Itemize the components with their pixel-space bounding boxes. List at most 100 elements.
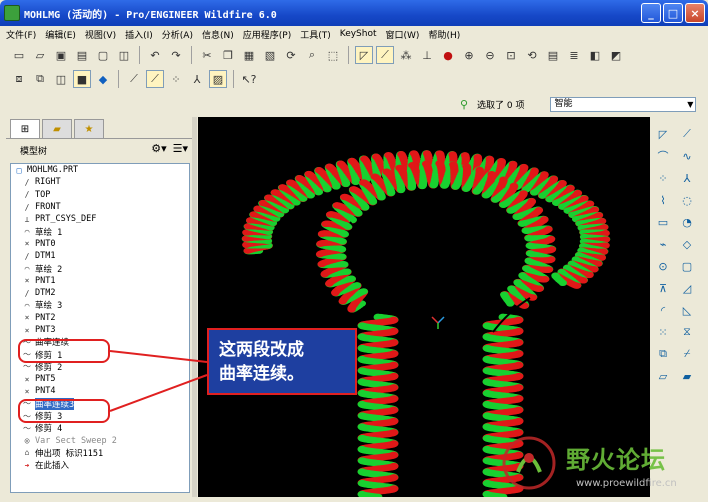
shell-tool-icon[interactable]: ▢ [678,257,696,275]
pattern-tool-icon[interactable]: ⁙ [654,323,672,341]
datum-planes-icon[interactable]: ◸ [355,46,373,64]
chamfer-tool-icon[interactable]: ◺ [678,301,696,319]
select-box-icon[interactable]: ⬚ [324,46,342,64]
tree-item[interactable]: ⌒ 草绘 2 [11,262,189,275]
draft-tool-icon[interactable]: ◿ [678,279,696,297]
email-link-icon[interactable]: ◫ [115,46,133,64]
tree-item[interactable]: × PNT0 [11,238,189,250]
tree-item[interactable]: ⌒ 草绘 3 [11,299,189,312]
tree-settings-icon[interactable]: ⚙▾ [151,142,166,155]
no-hidden-icon[interactable]: ◫ [52,70,70,88]
csys-tool-icon[interactable]: ⅄ [678,169,696,187]
cut-icon[interactable]: ✂ [198,46,216,64]
axis-display-icon[interactable]: ⟋ [146,70,164,88]
copy-icon[interactable]: ❐ [219,46,237,64]
tree-item[interactable]: × PNT5 [11,373,189,385]
plane-display-icon[interactable]: ⟋ [125,70,143,88]
sweep-tool-icon[interactable]: ⌁ [654,235,672,253]
email-icon[interactable]: ▢ [94,46,112,64]
csys-display-icon[interactable]: ⅄ [188,70,206,88]
redo-icon[interactable]: ↷ [167,46,185,64]
minimize-button[interactable]: _ [641,3,661,23]
extrude-tool-icon[interactable]: ▭ [654,213,672,231]
style-tool-icon[interactable]: ◌ [678,191,696,209]
zoom-out-icon[interactable]: ⊖ [481,46,499,64]
save-icon[interactable]: ▣ [52,46,70,64]
datum-axes-icon[interactable]: ⟋ [376,46,394,64]
round-tool-icon[interactable]: ◜ [654,301,672,319]
perspective-icon[interactable]: ◩ [607,46,625,64]
saved-views-icon[interactable]: ▤ [544,46,562,64]
tree-item[interactable]: ∕ DTM2 [11,287,189,299]
datum-plane-tool-icon[interactable]: ◸ [654,125,672,143]
tab-model-tree[interactable]: ⊞ [10,119,40,138]
shading-icon[interactable]: ■ [73,70,91,88]
zoom-in-icon[interactable]: ⊕ [460,46,478,64]
tree-item[interactable]: ∕ DTM1 [11,250,189,262]
analysis-feature-icon[interactable]: ⌇ [654,191,672,209]
find-icon[interactable]: ⌕ [303,46,321,64]
menu-help[interactable]: 帮助(H) [428,28,460,41]
wireframe-icon[interactable]: ⧈ [10,70,28,88]
tree-item[interactable]: ∕ FRONT [11,201,189,213]
rib-tool-icon[interactable]: ⊼ [654,279,672,297]
merge-tool-icon[interactable]: ⧉ [654,345,672,363]
tab-favorites[interactable]: ★ [74,119,104,138]
menu-applications[interactable]: 应用程序(P) [243,28,291,41]
appearance-icon[interactable]: ● [439,46,457,64]
menu-view[interactable]: 视图(V) [85,28,116,41]
datum-curve-tool-icon[interactable]: ∿ [678,147,696,165]
selection-filter-dropdown[interactable]: 智能 ▼ [550,96,697,112]
reorient-icon[interactable]: ⟲ [523,46,541,64]
tree-item[interactable]: ∕ TOP [11,189,189,201]
tree-columns-icon[interactable]: ☰▾ [173,142,188,155]
tree-item[interactable]: × PNT1 [11,275,189,287]
datum-csys-icon[interactable]: ⊥ [418,46,436,64]
datum-points-icon[interactable]: ⁂ [397,46,415,64]
paste-special-icon[interactable]: ▧ [261,46,279,64]
view-manager-icon[interactable]: ◧ [586,46,604,64]
panel-splitter[interactable] [192,117,197,497]
undo-icon[interactable]: ↶ [146,46,164,64]
close-button[interactable]: × [685,3,705,23]
paste-icon[interactable]: ▦ [240,46,258,64]
tree-item[interactable]: × PNT3 [11,324,189,336]
menu-tools[interactable]: 工具(T) [300,28,331,41]
mirror-tool-icon[interactable]: ⧖ [678,323,696,341]
offset-tool-icon[interactable]: ▱ [654,367,672,385]
layers-icon[interactable]: ≣ [565,46,583,64]
menu-insert[interactable]: 插入(I) [125,28,153,41]
tree-item[interactable]: ◎ Var Sect Sweep 2 [11,435,189,447]
refit-icon[interactable]: ⊡ [502,46,520,64]
tree-item[interactable]: ～ 修剪 4 [11,422,189,435]
menu-analysis[interactable]: 分析(A) [162,28,193,41]
blend-tool-icon[interactable]: ◇ [678,235,696,253]
thicken-tool-icon[interactable]: ▰ [678,367,696,385]
tree-item[interactable]: ➔ 在此插入 [11,459,189,472]
regenerate-icon[interactable]: ⟳ [282,46,300,64]
menu-file[interactable]: 文件(F) [6,28,36,41]
menu-edit[interactable]: 编辑(E) [45,28,76,41]
sketch-tool-icon[interactable]: ⌒ [654,147,672,165]
point-display-icon[interactable]: ⁘ [167,70,185,88]
tree-item[interactable]: ⊥ PRT_CSYS_DEF [11,213,189,225]
annotation-display-icon[interactable]: ▨ [209,70,227,88]
hole-tool-icon[interactable]: ⊙ [654,257,672,275]
new-file-icon[interactable]: ▭ [10,46,28,64]
tree-item[interactable]: □ MOHLMG.PRT [11,164,189,176]
datum-point-tool-icon[interactable]: ⁘ [654,169,672,187]
tree-item[interactable]: × PNT2 [11,312,189,324]
menu-info[interactable]: 信息(N) [202,28,234,41]
revolve-tool-icon[interactable]: ◔ [678,213,696,231]
datum-axis-tool-icon[interactable]: ⟋ [678,125,696,143]
tree-item[interactable]: × PNT4 [11,385,189,397]
maximize-button[interactable]: □ [663,3,683,23]
hidden-line-icon[interactable]: ⧉ [31,70,49,88]
open-file-icon[interactable]: ▱ [31,46,49,64]
enhanced-realism-icon[interactable]: ◆ [94,70,112,88]
tree-item[interactable]: ⌂ 伸出项 标识1151 [11,447,189,459]
tab-folder-browser[interactable]: ▰ [42,119,72,138]
print-icon[interactable]: ▤ [73,46,91,64]
context-help-icon[interactable]: ↖? [240,70,258,88]
menu-keyshot[interactable]: KeyShot [340,29,377,39]
